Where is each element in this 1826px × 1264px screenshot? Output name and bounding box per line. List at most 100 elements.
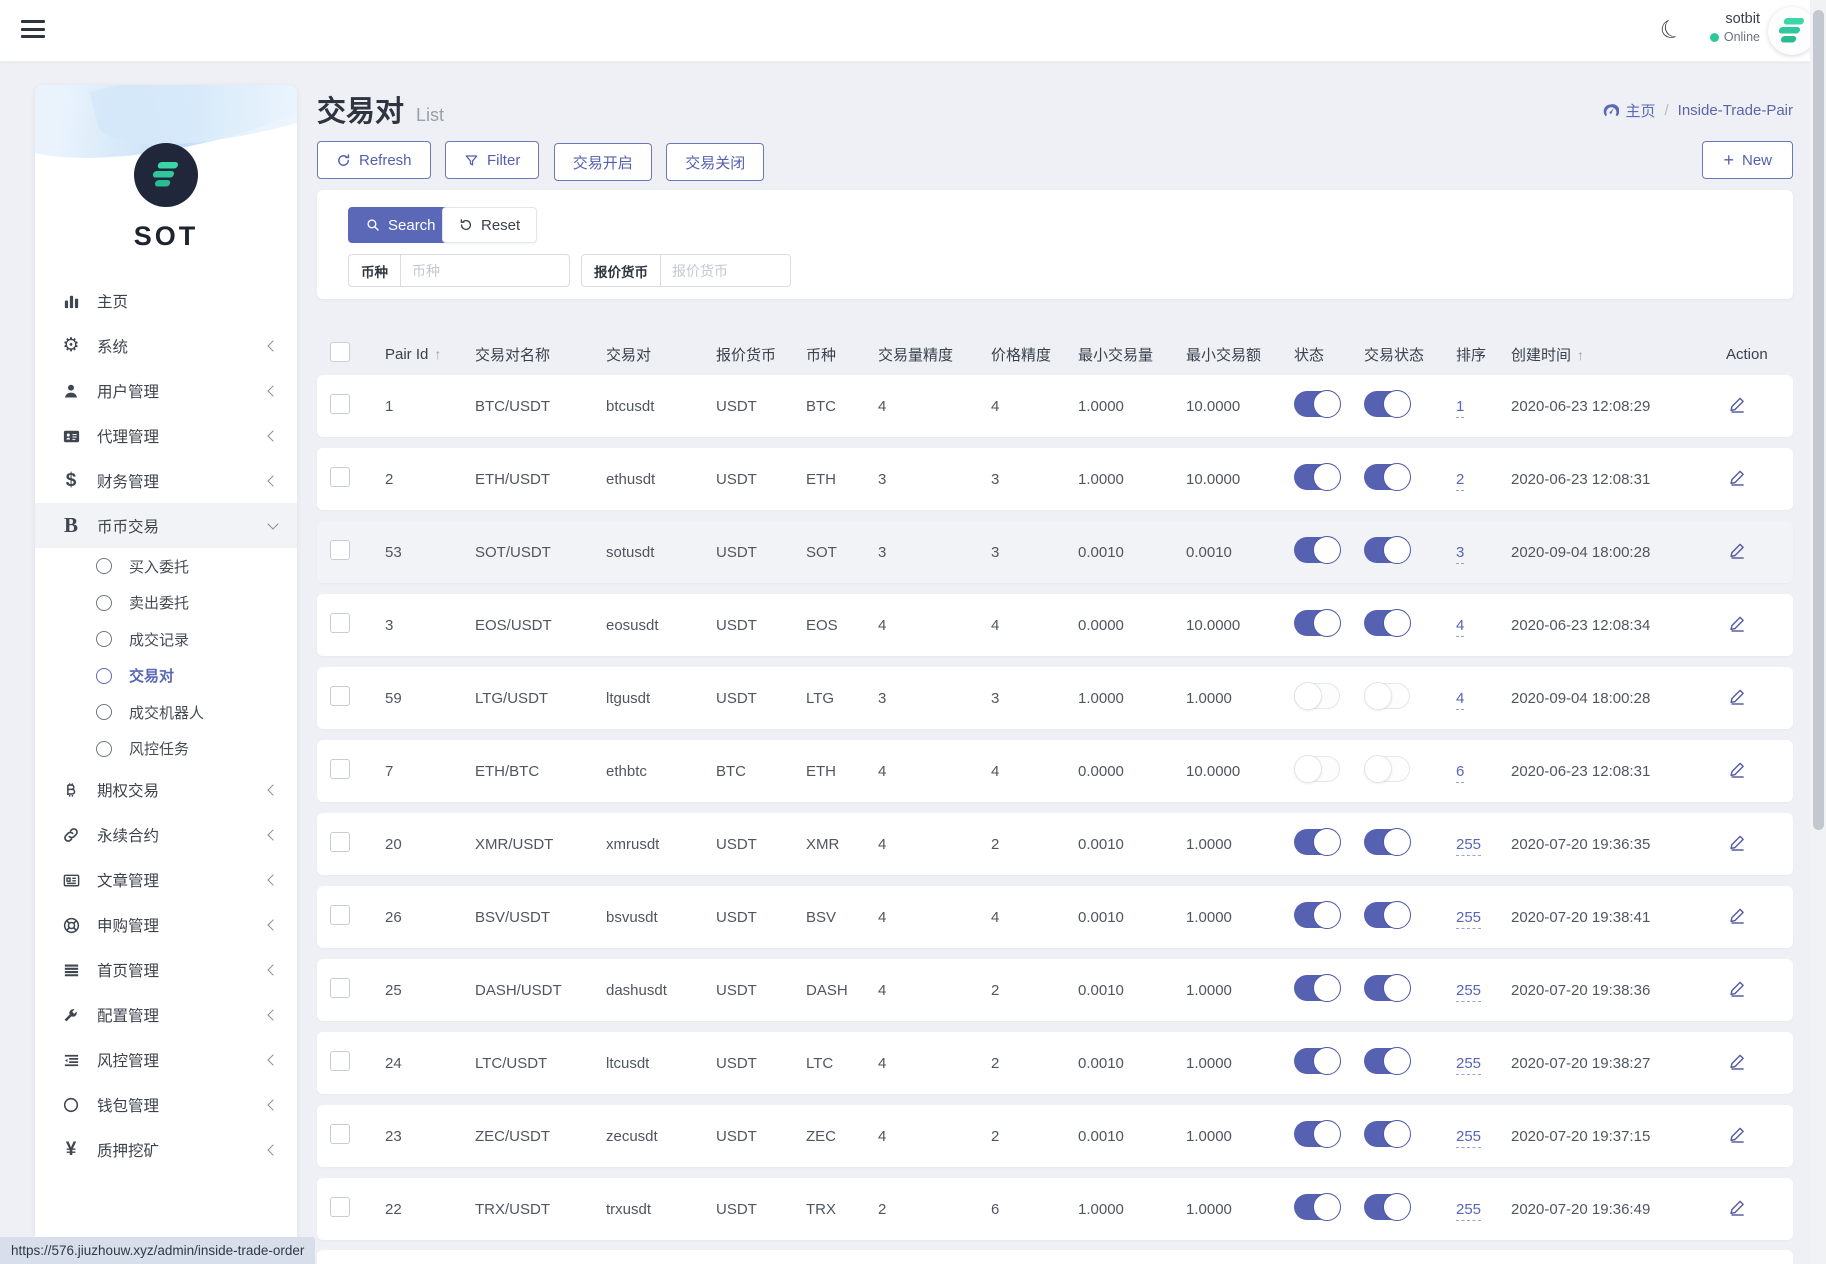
- reset-button[interactable]: Reset: [442, 207, 537, 243]
- sidebar-item-homepage-mgmt[interactable]: 首页管理: [35, 947, 297, 992]
- sidebar-subitem-sell-orders[interactable]: 卖出委托: [35, 585, 297, 622]
- trade_status-toggle[interactable]: [1364, 610, 1410, 636]
- quote-filter-input[interactable]: [660, 254, 791, 287]
- row-checkbox[interactable]: [330, 832, 350, 852]
- new-button[interactable]: + New: [1702, 141, 1793, 179]
- sort-value-link[interactable]: 4: [1456, 690, 1464, 710]
- sidebar-subitem-trade-records[interactable]: 成交记录: [35, 621, 297, 658]
- status-toggle[interactable]: [1294, 464, 1340, 490]
- scrollbar-thumb[interactable]: [1813, 10, 1824, 830]
- edit-pencil-icon[interactable]: [1726, 1196, 1749, 1222]
- trade_status-toggle[interactable]: [1364, 756, 1410, 782]
- status-toggle[interactable]: [1294, 975, 1340, 1001]
- refresh-button[interactable]: Refresh: [317, 141, 431, 179]
- sort-value-link[interactable]: 4: [1456, 617, 1464, 637]
- sort-value-link[interactable]: 255: [1456, 909, 1481, 929]
- edit-pencil-icon[interactable]: [1726, 977, 1749, 1003]
- status-toggle[interactable]: [1294, 537, 1340, 563]
- trade_status-toggle[interactable]: [1364, 464, 1410, 490]
- trade_status-toggle[interactable]: [1364, 391, 1410, 417]
- sort-value-link[interactable]: 6: [1456, 763, 1464, 783]
- trade_status-toggle[interactable]: [1364, 1048, 1410, 1074]
- sidebar-item-agent-mgmt[interactable]: 代理管理: [35, 413, 297, 458]
- status-toggle[interactable]: [1294, 391, 1340, 417]
- sort-value-link[interactable]: 255: [1456, 982, 1481, 1002]
- row-checkbox[interactable]: [330, 1197, 350, 1217]
- trade_status-toggle[interactable]: [1364, 1121, 1410, 1147]
- sort-value-link[interactable]: 255: [1456, 1055, 1481, 1075]
- dark-mode-moon-icon[interactable]: ☾: [1655, 12, 1687, 48]
- edit-pencil-icon[interactable]: [1726, 393, 1749, 419]
- row-checkbox[interactable]: [330, 613, 350, 633]
- search-button[interactable]: Search: [348, 207, 454, 243]
- sidebar-item-subscribe-mgmt[interactable]: 申购管理: [35, 902, 297, 947]
- sort-arrow-up-icon[interactable]: ↑: [434, 346, 441, 362]
- sort-arrow-up-icon[interactable]: ↑: [1577, 347, 1584, 363]
- sidebar-item-article-mgmt[interactable]: 文章管理: [35, 857, 297, 902]
- coin-filter-input[interactable]: [400, 254, 570, 287]
- row-checkbox[interactable]: [330, 905, 350, 925]
- row-checkbox[interactable]: [330, 1051, 350, 1071]
- sidebar-item-risk-mgmt[interactable]: 风控管理: [35, 1037, 297, 1082]
- status-toggle[interactable]: [1294, 1121, 1340, 1147]
- select-all-checkbox[interactable]: [330, 342, 350, 362]
- sidebar-item-option-trade[interactable]: 期权交易: [35, 767, 297, 812]
- edit-pencil-icon[interactable]: [1726, 831, 1749, 857]
- trade-open-button[interactable]: 交易开启: [554, 143, 652, 181]
- status-toggle[interactable]: [1294, 902, 1340, 928]
- status-toggle[interactable]: [1294, 1048, 1340, 1074]
- trade-close-button[interactable]: 交易关闭: [666, 143, 764, 181]
- trade_status-toggle[interactable]: [1364, 902, 1410, 928]
- row-checkbox[interactable]: [330, 540, 350, 560]
- filter-button[interactable]: Filter: [445, 141, 539, 179]
- sidebar-item-config-mgmt[interactable]: 配置管理: [35, 992, 297, 1037]
- sidebar-item-finance-mgmt[interactable]: $财务管理: [35, 458, 297, 503]
- sidebar-item-system[interactable]: ⚙系统: [35, 323, 297, 368]
- sidebar-subitem-trade-robot[interactable]: 成交机器人: [35, 694, 297, 731]
- sort-value-link[interactable]: 255: [1456, 836, 1481, 856]
- row-checkbox[interactable]: [330, 467, 350, 487]
- breadcrumb-home[interactable]: 主页: [1602, 100, 1655, 121]
- edit-pencil-icon[interactable]: [1726, 612, 1749, 638]
- column-header-created_at[interactable]: 创建时间↑: [1495, 344, 1700, 365]
- hamburger-menu-icon[interactable]: [21, 20, 47, 42]
- column-header-pair_id[interactable]: Pair Id↑: [369, 346, 459, 363]
- sidebar-subitem-buy-orders[interactable]: 买入委托: [35, 548, 297, 585]
- edit-pencil-icon[interactable]: [1726, 1050, 1749, 1076]
- sidebar-item-home[interactable]: 主页: [35, 278, 297, 323]
- trade_status-toggle[interactable]: [1364, 537, 1410, 563]
- edit-pencil-icon[interactable]: [1726, 904, 1749, 930]
- trade_status-toggle[interactable]: [1364, 1194, 1410, 1220]
- status-toggle[interactable]: [1294, 610, 1340, 636]
- sidebar-item-spot-trade[interactable]: B币币交易: [35, 503, 297, 548]
- row-checkbox[interactable]: [330, 686, 350, 706]
- sidebar-subitem-trade-pairs[interactable]: 交易对: [35, 658, 297, 695]
- status-toggle[interactable]: [1294, 829, 1340, 855]
- sidebar-item-perpetual[interactable]: 永续合约: [35, 812, 297, 857]
- status-toggle[interactable]: [1294, 683, 1340, 709]
- row-checkbox[interactable]: [330, 978, 350, 998]
- row-checkbox[interactable]: [330, 759, 350, 779]
- row-checkbox[interactable]: [330, 394, 350, 414]
- edit-pencil-icon[interactable]: [1726, 758, 1749, 784]
- sidebar-item-user-mgmt[interactable]: 用户管理: [35, 368, 297, 413]
- sort-value-link[interactable]: 2: [1456, 471, 1464, 491]
- sidebar-subitem-risk-tasks[interactable]: 风控任务: [35, 731, 297, 768]
- status-toggle[interactable]: [1294, 1194, 1340, 1220]
- trade_status-toggle[interactable]: [1364, 829, 1410, 855]
- edit-pencil-icon[interactable]: [1726, 539, 1749, 565]
- scrollbar-track[interactable]: [1810, 0, 1826, 1264]
- edit-pencil-icon[interactable]: [1726, 1123, 1749, 1149]
- trade_status-toggle[interactable]: [1364, 975, 1410, 1001]
- avatar[interactable]: [1768, 7, 1816, 55]
- row-checkbox[interactable]: [330, 1124, 350, 1144]
- status-toggle[interactable]: [1294, 756, 1340, 782]
- sort-value-link[interactable]: 255: [1456, 1201, 1481, 1221]
- sidebar-item-staking[interactable]: ¥质押挖矿: [35, 1127, 297, 1172]
- sort-value-link[interactable]: 3: [1456, 544, 1464, 564]
- sort-value-link[interactable]: 1: [1456, 398, 1464, 418]
- user-menu[interactable]: sotbit Online: [1710, 11, 1760, 44]
- sort-value-link[interactable]: 255: [1456, 1128, 1481, 1148]
- edit-pencil-icon[interactable]: [1726, 466, 1749, 492]
- trade_status-toggle[interactable]: [1364, 683, 1410, 709]
